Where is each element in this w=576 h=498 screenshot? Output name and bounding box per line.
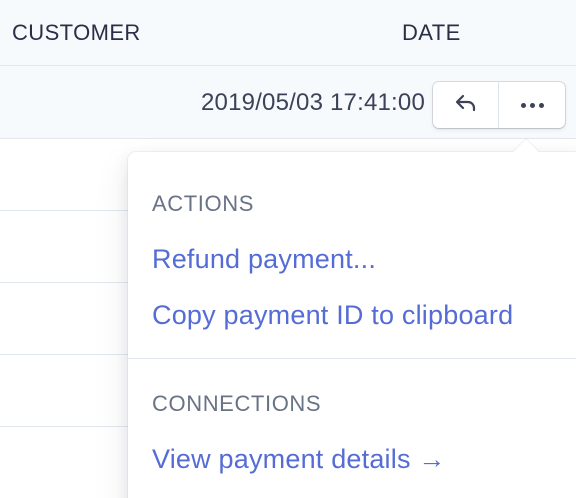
row-date-cell: 2019/05/03 17:41:00	[201, 89, 426, 116]
payments-table-view: CUSTOMER DATE 2019/05/03 17:41:00 ACTION…	[0, 0, 576, 498]
menu-section-title-actions: ACTIONS	[152, 191, 254, 216]
table-header: CUSTOMER DATE	[0, 0, 576, 66]
menu-item-view-payment-details[interactable]: View payment details →	[152, 444, 446, 475]
more-actions-button[interactable]	[499, 82, 565, 128]
menu-item-copy-payment-id[interactable]: Copy payment ID to clipboard	[152, 300, 513, 331]
reply-arrow-icon	[454, 93, 478, 118]
menu-item-refund-payment[interactable]: Refund payment...	[152, 244, 376, 275]
menu-divider	[128, 358, 576, 359]
column-header-customer[interactable]: CUSTOMER	[12, 20, 141, 46]
more-horizontal-icon	[520, 102, 544, 108]
row-action-buttons	[433, 82, 565, 128]
menu-section-title-connections: CONNECTIONS	[152, 391, 322, 416]
column-header-date[interactable]: DATE	[402, 20, 461, 46]
refund-button[interactable]	[433, 82, 499, 128]
